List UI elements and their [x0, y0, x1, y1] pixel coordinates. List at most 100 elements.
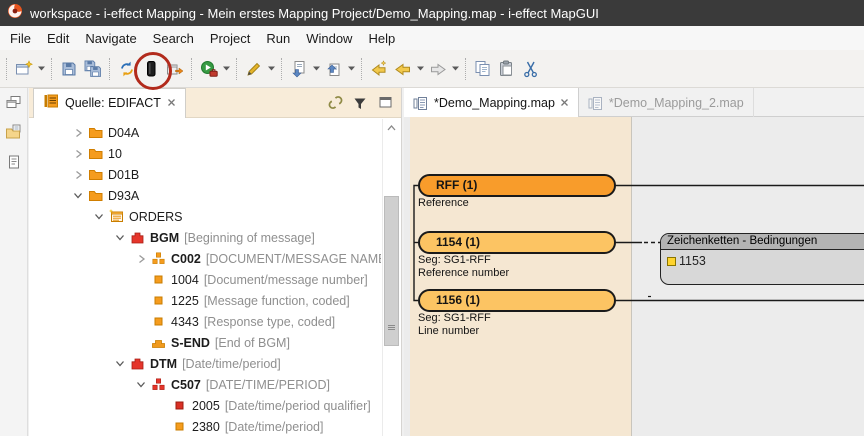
tree-item-2005[interactable]: 2005[Date/time/period qualifier] [29, 395, 381, 416]
chevron-down-icon [94, 212, 104, 221]
source-folder-icon[interactable] [5, 124, 22, 145]
tree-item-d93a[interactable]: D93A [29, 185, 381, 206]
composite-orange-icon [150, 251, 167, 266]
scrollbar-thumb[interactable] [384, 196, 399, 346]
last-edit-location-button[interactable] [367, 56, 391, 82]
tree-item-detail: [Response type, coded] [204, 315, 335, 329]
cut-button[interactable] [519, 56, 543, 82]
tree-item-label: S-END [171, 336, 210, 350]
chevron-down-icon [417, 66, 424, 71]
composite-red-icon [150, 377, 167, 392]
doc-down-dropdown[interactable] [311, 56, 322, 82]
paste-button[interactable] [495, 56, 519, 82]
link-with-editor-icon[interactable] [326, 94, 344, 112]
close-icon[interactable] [560, 94, 569, 112]
menu-project[interactable]: Project [202, 28, 258, 49]
tree-item-2380[interactable]: 2380[Date/time/period] [29, 416, 381, 436]
tree-expander[interactable] [69, 169, 87, 181]
source-view-tabstrip: Quelle: EDIFACT [29, 88, 401, 118]
mapping-node-rff: RFF (1)Reference [418, 174, 616, 210]
tree-item-1225[interactable]: 1225[Message function, coded] [29, 290, 381, 311]
close-icon[interactable] [167, 94, 176, 112]
filter-icon[interactable] [351, 94, 369, 112]
menu-help[interactable]: Help [360, 28, 403, 49]
mapping-editor-panel: *Demo_Mapping.map *Demo_Mapping_2.map RFF… [404, 88, 864, 436]
menu-file[interactable]: File [2, 28, 39, 49]
tree-item-s-end[interactable]: S-END [End of BGM] [29, 332, 381, 353]
run-button[interactable] [197, 56, 221, 82]
tree-expander[interactable] [132, 379, 150, 391]
app-logo-icon [7, 3, 23, 24]
minimize-maximize-icon[interactable] [376, 94, 394, 112]
doc-down-button[interactable] [287, 56, 311, 82]
tab--demo-mapping-2-map[interactable]: *Demo_Mapping_2.map [579, 88, 754, 117]
tree-expander[interactable] [69, 127, 87, 139]
save-icon [60, 60, 78, 78]
node-pill[interactable]: 1154 (1) [418, 231, 616, 254]
export-window-button[interactable] [163, 56, 187, 82]
save-button[interactable] [57, 56, 81, 82]
tree-item-c507[interactable]: C507[DATE/TIME/PERIOD] [29, 374, 381, 395]
scrollbar-up-icon[interactable] [384, 120, 399, 136]
tree-item-d01b[interactable]: D01B [29, 164, 381, 185]
tree-item-dtm[interactable]: DTM[Date/time/period] [29, 353, 381, 374]
copy-button[interactable] [471, 56, 495, 82]
menu-search[interactable]: Search [145, 28, 202, 49]
tree-item-d04a[interactable]: D04A [29, 122, 381, 143]
chevron-down-icon [136, 380, 146, 389]
chevron-down-icon [348, 66, 355, 71]
server-icon [142, 60, 160, 78]
tree-item-detail: [DOCUMENT/MESSAGE NAME] [206, 252, 381, 266]
menu-window[interactable]: Window [298, 28, 360, 49]
tree-scrollbar[interactable] [382, 119, 400, 436]
new-wizard-button[interactable] [12, 56, 36, 82]
convert-button[interactable] [115, 56, 139, 82]
save-all-icon [84, 60, 102, 78]
pen-dropdown[interactable] [266, 56, 277, 82]
element-red-icon [171, 398, 188, 413]
forward-button[interactable] [426, 56, 450, 82]
back-button[interactable] [391, 56, 415, 82]
run-dropdown[interactable] [221, 56, 232, 82]
document-view-icon[interactable] [6, 154, 22, 175]
tree-expander[interactable] [111, 232, 129, 244]
tree-item-4343[interactable]: 4343[Response type, coded] [29, 311, 381, 332]
doc-up-dropdown[interactable] [346, 56, 357, 82]
tree-item-detail: [End of BGM] [215, 336, 290, 350]
tab--demo-mapping-map[interactable]: *Demo_Mapping.map [404, 88, 579, 117]
chevron-right-icon [74, 170, 83, 180]
menu-run[interactable]: Run [258, 28, 298, 49]
back-dropdown[interactable] [415, 56, 426, 82]
menu-edit[interactable]: Edit [39, 28, 77, 49]
tab-quelle-edifact[interactable]: Quelle: EDIFACT [33, 88, 186, 118]
condition-item[interactable]: 1153 [661, 250, 864, 268]
save-all-button[interactable] [81, 56, 105, 82]
tree-expander[interactable] [90, 211, 108, 223]
message-icon [108, 209, 125, 224]
restore-view-icon[interactable] [5, 95, 22, 115]
tree-expander[interactable] [69, 148, 87, 160]
tree-item-10[interactable]: 10 [29, 143, 381, 164]
tree-item-bgm[interactable]: BGM[Beginning of message] [29, 227, 381, 248]
node-pill[interactable]: RFF (1) [418, 174, 616, 197]
tree-item-orders[interactable]: ORDERS [29, 206, 381, 227]
tree-item-label: D93A [108, 189, 139, 203]
tree-item-1004[interactable]: 1004[Document/message number] [29, 269, 381, 290]
forward-dropdown[interactable] [450, 56, 461, 82]
tree-expander[interactable] [132, 253, 150, 265]
tree-expander[interactable] [111, 358, 129, 370]
editor-tab-label: *Demo_Mapping_2.map [609, 96, 744, 110]
doc-up-button[interactable] [322, 56, 346, 82]
tree-item-c002[interactable]: C002[DOCUMENT/MESSAGE NAME] [29, 248, 381, 269]
tree-item-label: DTM [150, 357, 177, 371]
pen-button[interactable] [242, 56, 266, 82]
element-orange-icon [150, 293, 167, 308]
condition-item-label: 1153 [679, 254, 706, 268]
new-wizard-dropdown[interactable] [36, 56, 47, 82]
condition-box[interactable]: Zeichenketten - Bedingungen 1153 [660, 233, 864, 285]
node-pill[interactable]: 1156 (1) [418, 289, 616, 312]
tree-item-label: 1225 [171, 294, 199, 308]
server-button[interactable] [139, 56, 163, 82]
tree-expander[interactable] [69, 190, 87, 202]
menu-navigate[interactable]: Navigate [77, 28, 144, 49]
